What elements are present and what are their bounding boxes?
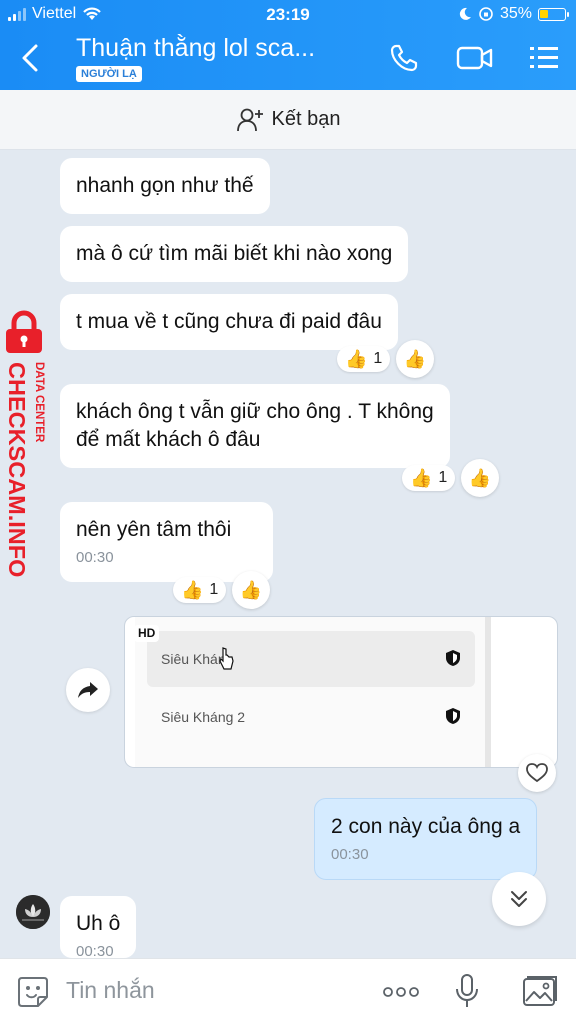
reaction-count: 1 [438, 469, 448, 486]
lotus-avatar-image [16, 895, 50, 929]
message-bubble[interactable]: Uh ô 00:30 [60, 896, 137, 958]
like-button[interactable] [518, 754, 556, 792]
image-divider [485, 617, 491, 767]
heart-icon [526, 763, 548, 783]
message-bubble[interactable]: khách ông t vẫn giữ cho ông . T không để… [60, 384, 450, 468]
more-button[interactable] [382, 985, 420, 1003]
cursor-icon [219, 647, 234, 670]
message-text: mà ô cứ tìm mãi biết khi nào xong [76, 242, 393, 265]
reaction-summary[interactable]: 👍 1 [173, 577, 227, 603]
status-right: 35% [458, 5, 569, 23]
orientation-lock-icon [479, 7, 493, 21]
message-input-bar: Tin nhắn [0, 958, 576, 1024]
back-button[interactable] [16, 40, 46, 76]
voice-button[interactable] [454, 973, 480, 1014]
battery-percent: 35% [499, 5, 532, 22]
reaction-count: 1 [373, 350, 383, 367]
forward-arrow-icon [78, 682, 98, 698]
moon-icon [459, 7, 471, 20]
image-row: Siêu Kháng [147, 631, 475, 687]
add-friend-icon [236, 108, 263, 131]
thumbs-up-icon: 👍 [345, 349, 368, 369]
battery-icon [538, 7, 569, 21]
menu-button[interactable] [528, 42, 560, 79]
thumbs-up-icon: 👍 [410, 468, 433, 488]
message-text-line: khách ông t vẫn giữ cho ông . T không [76, 400, 434, 423]
reaction-summary[interactable]: 👍 1 [402, 465, 456, 491]
react-button[interactable]: 👍 [232, 571, 270, 609]
image-row-label: Siêu Kháng 2 [161, 709, 246, 725]
message-time: 00:30 [76, 943, 114, 958]
shield-icon [446, 708, 460, 724]
message-text: 2 con này của ông a [331, 815, 521, 838]
watermark-text: CHECKSCAM.INFO [4, 362, 30, 577]
watermark-main-text: CHECKSCAM.INFO [4, 362, 30, 577]
thumbs-up-icon: 👍 [468, 468, 492, 488]
sticker-smile-icon [18, 977, 48, 1007]
message-bubble[interactable]: nên yên tâm thôi 00:30 [60, 502, 273, 582]
double-chevron-down-icon [511, 891, 527, 907]
react-button[interactable]: 👍 [461, 459, 499, 497]
react-button[interactable]: 👍 [396, 340, 434, 378]
image-picker-button[interactable] [522, 975, 558, 1012]
message-bubble[interactable]: mà ô cứ tìm mãi biết khi nào xong [60, 226, 409, 282]
message-time: 00:30 [331, 846, 369, 863]
video-camera-icon [456, 46, 493, 70]
call-button[interactable] [388, 42, 420, 79]
add-friend-label: Kết bạn [271, 108, 341, 130]
lock-icon [6, 310, 42, 353]
reaction-summary[interactable]: 👍 1 [337, 346, 391, 372]
message-time: 00:30 [76, 549, 114, 566]
avatar[interactable] [16, 895, 50, 929]
shared-image-card[interactable]: Siêu Kháng Siêu Kháng 2 [124, 616, 558, 768]
add-friend-button[interactable]: Kết bạn [0, 90, 576, 150]
message-text: nên yên tâm thôi [76, 518, 232, 541]
thumbs-up-icon: 👍 [239, 580, 263, 600]
stranger-badge: NGƯỜI LẠ [76, 66, 142, 82]
scroll-to-bottom-button[interactable] [492, 872, 546, 926]
list-menu-icon [530, 47, 558, 68]
hd-badge: HD [134, 625, 160, 642]
header: Viettel 23:19 35% Thuận thằng lol sca...… [0, 0, 576, 90]
chat-title[interactable]: Thuận thằng lol sca... [76, 34, 315, 63]
message-text: t mua về t cũng chưa đi paid đâu [76, 310, 382, 333]
image-gallery-icon [523, 976, 557, 1006]
microphone-icon [456, 974, 478, 1007]
watermark-subtext: DATA CENTER [33, 362, 45, 443]
video-call-button[interactable] [456, 42, 494, 79]
message-input[interactable]: Tin nhắn [66, 977, 155, 1004]
more-dots-icon [383, 987, 419, 997]
status-bar: Viettel 23:19 35% [0, 0, 576, 30]
forward-button[interactable] [66, 668, 110, 712]
message-bubble[interactable]: t mua về t cũng chưa đi paid đâu [60, 294, 398, 350]
image-row: Siêu Kháng 2 [147, 689, 475, 745]
chevron-left-icon [22, 44, 38, 72]
phone-icon [390, 44, 418, 72]
reaction-count: 1 [209, 581, 219, 598]
watermark-sub-text: DATA CENTER [33, 362, 45, 443]
message-text: Uh ô [76, 912, 121, 935]
message-text: nhanh gọn như thế [76, 174, 254, 197]
message-text-line: để mất khách ô đâu [76, 428, 261, 451]
thumbs-up-icon: 👍 [181, 580, 204, 600]
image-preview: Siêu Kháng Siêu Kháng 2 [135, 617, 485, 767]
my-message-bubble[interactable]: 2 con này của ông a 00:30 [314, 798, 538, 880]
thumbs-up-icon: 👍 [403, 349, 427, 369]
message-bubble[interactable]: nhanh gọn như thế [60, 158, 270, 214]
sticker-button[interactable] [16, 975, 50, 1014]
shield-icon [446, 650, 460, 666]
